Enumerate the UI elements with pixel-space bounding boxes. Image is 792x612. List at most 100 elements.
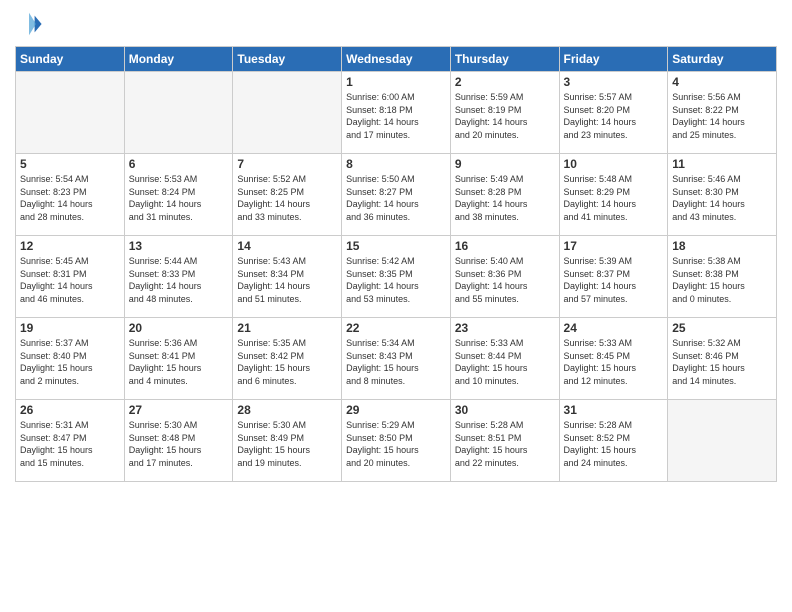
day-number: 21: [237, 321, 337, 335]
calendar-day-cell: 15 Sunrise: 5:42 AM Sunset: 8:35 PM Dayli…: [342, 236, 451, 318]
calendar-week-row: 26Sunrise: 5:31 AM Sunset: 8:47 PM Dayli…: [16, 400, 777, 482]
day-number: 15: [346, 239, 446, 253]
header-row: SundayMondayTuesdayWednesdayThursdayFrid…: [16, 47, 777, 72]
day-info: Sunrise: 5:44 AM Sunset: 8:33 PM Dayligh…: [129, 255, 229, 305]
calendar-day-cell: 4 Sunrise: 5:56 AM Sunset: 8:22 PM Daylig…: [668, 72, 777, 154]
calendar-day-cell: 7 Sunrise: 5:52 AM Sunset: 8:25 PM Daylig…: [233, 154, 342, 236]
calendar-day-cell: 11Sunrise: 5:46 AM Sunset: 8:30 PM Dayli…: [668, 154, 777, 236]
day-number: 27: [129, 403, 229, 417]
calendar-day-cell: 19 Sunrise: 5:37 AM Sunset: 8:40 PM Dayli…: [16, 318, 125, 400]
day-info: Sunrise: 5:33 AM Sunset: 8:45 PM Dayligh…: [564, 337, 664, 387]
calendar-day-cell: 2 Sunrise: 5:59 AM Sunset: 8:19 PM Daylig…: [450, 72, 559, 154]
day-info: Sunrise: 5:52 AM Sunset: 8:25 PM Dayligh…: [237, 173, 337, 223]
day-info: Sunrise: 5:28 AM Sunset: 8:51 PM Dayligh…: [455, 419, 555, 469]
calendar-day-cell: 8Sunrise: 5:50 AM Sunset: 8:27 PM Daylig…: [342, 154, 451, 236]
day-info: Sunrise: 5:30 AM Sunset: 8:48 PM Dayligh…: [129, 419, 229, 469]
day-number: 19: [20, 321, 120, 335]
header-day: Tuesday: [233, 47, 342, 72]
day-number: 12: [20, 239, 120, 253]
calendar-day-cell: 26Sunrise: 5:31 AM Sunset: 8:47 PM Dayli…: [16, 400, 125, 482]
day-info: Sunrise: 5:32 AM Sunset: 8:46 PM Dayligh…: [672, 337, 772, 387]
calendar-day-cell: [668, 400, 777, 482]
day-number: 9: [455, 157, 555, 171]
logo-icon: [15, 10, 43, 38]
calendar-day-cell: [233, 72, 342, 154]
logo: [15, 10, 45, 38]
calendar-week-row: 1Sunrise: 6:00 AM Sunset: 8:18 PM Daylig…: [16, 72, 777, 154]
day-number: 30: [455, 403, 555, 417]
day-number: 24: [564, 321, 664, 335]
calendar-header: SundayMondayTuesdayWednesdayThursdayFrid…: [16, 47, 777, 72]
day-info: Sunrise: 6:00 AM Sunset: 8:18 PM Dayligh…: [346, 91, 446, 141]
day-number: 23: [455, 321, 555, 335]
day-number: 16: [455, 239, 555, 253]
calendar-day-cell: 29Sunrise: 5:29 AM Sunset: 8:50 PM Dayli…: [342, 400, 451, 482]
calendar-day-cell: 17Sunrise: 5:39 AM Sunset: 8:37 PM Dayli…: [559, 236, 668, 318]
calendar-day-cell: 3 Sunrise: 5:57 AM Sunset: 8:20 PM Daylig…: [559, 72, 668, 154]
day-info: Sunrise: 5:56 AM Sunset: 8:22 PM Dayligh…: [672, 91, 772, 141]
day-number: 7: [237, 157, 337, 171]
header-day: Thursday: [450, 47, 559, 72]
calendar-day-cell: 1Sunrise: 6:00 AM Sunset: 8:18 PM Daylig…: [342, 72, 451, 154]
calendar-day-cell: 24 Sunrise: 5:33 AM Sunset: 8:45 PM Dayli…: [559, 318, 668, 400]
day-info: Sunrise: 5:29 AM Sunset: 8:50 PM Dayligh…: [346, 419, 446, 469]
calendar-day-cell: 18 Sunrise: 5:38 AM Sunset: 8:38 PM Dayli…: [668, 236, 777, 318]
calendar-day-cell: 10 Sunrise: 5:48 AM Sunset: 8:29 PM Dayli…: [559, 154, 668, 236]
day-number: 13: [129, 239, 229, 253]
day-number: 18: [672, 239, 772, 253]
day-info: Sunrise: 5:53 AM Sunset: 8:24 PM Dayligh…: [129, 173, 229, 223]
day-number: 11: [672, 157, 772, 171]
day-number: 3: [564, 75, 664, 89]
header-day: Wednesday: [342, 47, 451, 72]
day-info: Sunrise: 5:38 AM Sunset: 8:38 PM Dayligh…: [672, 255, 772, 305]
day-info: Sunrise: 5:34 AM Sunset: 8:43 PM Dayligh…: [346, 337, 446, 387]
calendar-day-cell: 30 Sunrise: 5:28 AM Sunset: 8:51 PM Dayli…: [450, 400, 559, 482]
header-day: Friday: [559, 47, 668, 72]
calendar-day-cell: 20Sunrise: 5:36 AM Sunset: 8:41 PM Dayli…: [124, 318, 233, 400]
day-info: Sunrise: 5:36 AM Sunset: 8:41 PM Dayligh…: [129, 337, 229, 387]
day-number: 4: [672, 75, 772, 89]
calendar-week-row: 12 Sunrise: 5:45 AM Sunset: 8:31 PM Dayli…: [16, 236, 777, 318]
day-info: Sunrise: 5:28 AM Sunset: 8:52 PM Dayligh…: [564, 419, 664, 469]
header: [15, 10, 777, 38]
day-number: 14: [237, 239, 337, 253]
day-info: Sunrise: 5:31 AM Sunset: 8:47 PM Dayligh…: [20, 419, 120, 469]
day-info: Sunrise: 5:42 AM Sunset: 8:35 PM Dayligh…: [346, 255, 446, 305]
calendar-day-cell: 27 Sunrise: 5:30 AM Sunset: 8:48 PM Dayli…: [124, 400, 233, 482]
calendar-day-cell: [124, 72, 233, 154]
calendar-day-cell: 14 Sunrise: 5:43 AM Sunset: 8:34 PM Dayli…: [233, 236, 342, 318]
day-number: 10: [564, 157, 664, 171]
day-info: Sunrise: 5:59 AM Sunset: 8:19 PM Dayligh…: [455, 91, 555, 141]
header-day: Saturday: [668, 47, 777, 72]
day-info: Sunrise: 5:37 AM Sunset: 8:40 PM Dayligh…: [20, 337, 120, 387]
calendar-day-cell: 31 Sunrise: 5:28 AM Sunset: 8:52 PM Dayli…: [559, 400, 668, 482]
day-number: 25: [672, 321, 772, 335]
calendar-day-cell: 28Sunrise: 5:30 AM Sunset: 8:49 PM Dayli…: [233, 400, 342, 482]
calendar-day-cell: 5 Sunrise: 5:54 AM Sunset: 8:23 PM Daylig…: [16, 154, 125, 236]
day-info: Sunrise: 5:39 AM Sunset: 8:37 PM Dayligh…: [564, 255, 664, 305]
calendar-day-cell: 13 Sunrise: 5:44 AM Sunset: 8:33 PM Dayli…: [124, 236, 233, 318]
calendar-day-cell: 23 Sunrise: 5:33 AM Sunset: 8:44 PM Dayli…: [450, 318, 559, 400]
day-info: Sunrise: 5:43 AM Sunset: 8:34 PM Dayligh…: [237, 255, 337, 305]
day-info: Sunrise: 5:49 AM Sunset: 8:28 PM Dayligh…: [455, 173, 555, 223]
day-info: Sunrise: 5:48 AM Sunset: 8:29 PM Dayligh…: [564, 173, 664, 223]
day-number: 31: [564, 403, 664, 417]
day-info: Sunrise: 5:45 AM Sunset: 8:31 PM Dayligh…: [20, 255, 120, 305]
day-number: 6: [129, 157, 229, 171]
calendar-day-cell: [16, 72, 125, 154]
day-info: Sunrise: 5:57 AM Sunset: 8:20 PM Dayligh…: [564, 91, 664, 141]
calendar-day-cell: 12 Sunrise: 5:45 AM Sunset: 8:31 PM Dayli…: [16, 236, 125, 318]
day-info: Sunrise: 5:54 AM Sunset: 8:23 PM Dayligh…: [20, 173, 120, 223]
calendar-body: 1Sunrise: 6:00 AM Sunset: 8:18 PM Daylig…: [16, 72, 777, 482]
day-number: 5: [20, 157, 120, 171]
day-info: Sunrise: 5:50 AM Sunset: 8:27 PM Dayligh…: [346, 173, 446, 223]
calendar-week-row: 5 Sunrise: 5:54 AM Sunset: 8:23 PM Daylig…: [16, 154, 777, 236]
day-info: Sunrise: 5:40 AM Sunset: 8:36 PM Dayligh…: [455, 255, 555, 305]
calendar-table: SundayMondayTuesdayWednesdayThursdayFrid…: [15, 46, 777, 482]
day-number: 2: [455, 75, 555, 89]
calendar-day-cell: 22Sunrise: 5:34 AM Sunset: 8:43 PM Dayli…: [342, 318, 451, 400]
calendar-day-cell: 6 Sunrise: 5:53 AM Sunset: 8:24 PM Daylig…: [124, 154, 233, 236]
header-day: Monday: [124, 47, 233, 72]
day-info: Sunrise: 5:35 AM Sunset: 8:42 PM Dayligh…: [237, 337, 337, 387]
day-info: Sunrise: 5:33 AM Sunset: 8:44 PM Dayligh…: [455, 337, 555, 387]
